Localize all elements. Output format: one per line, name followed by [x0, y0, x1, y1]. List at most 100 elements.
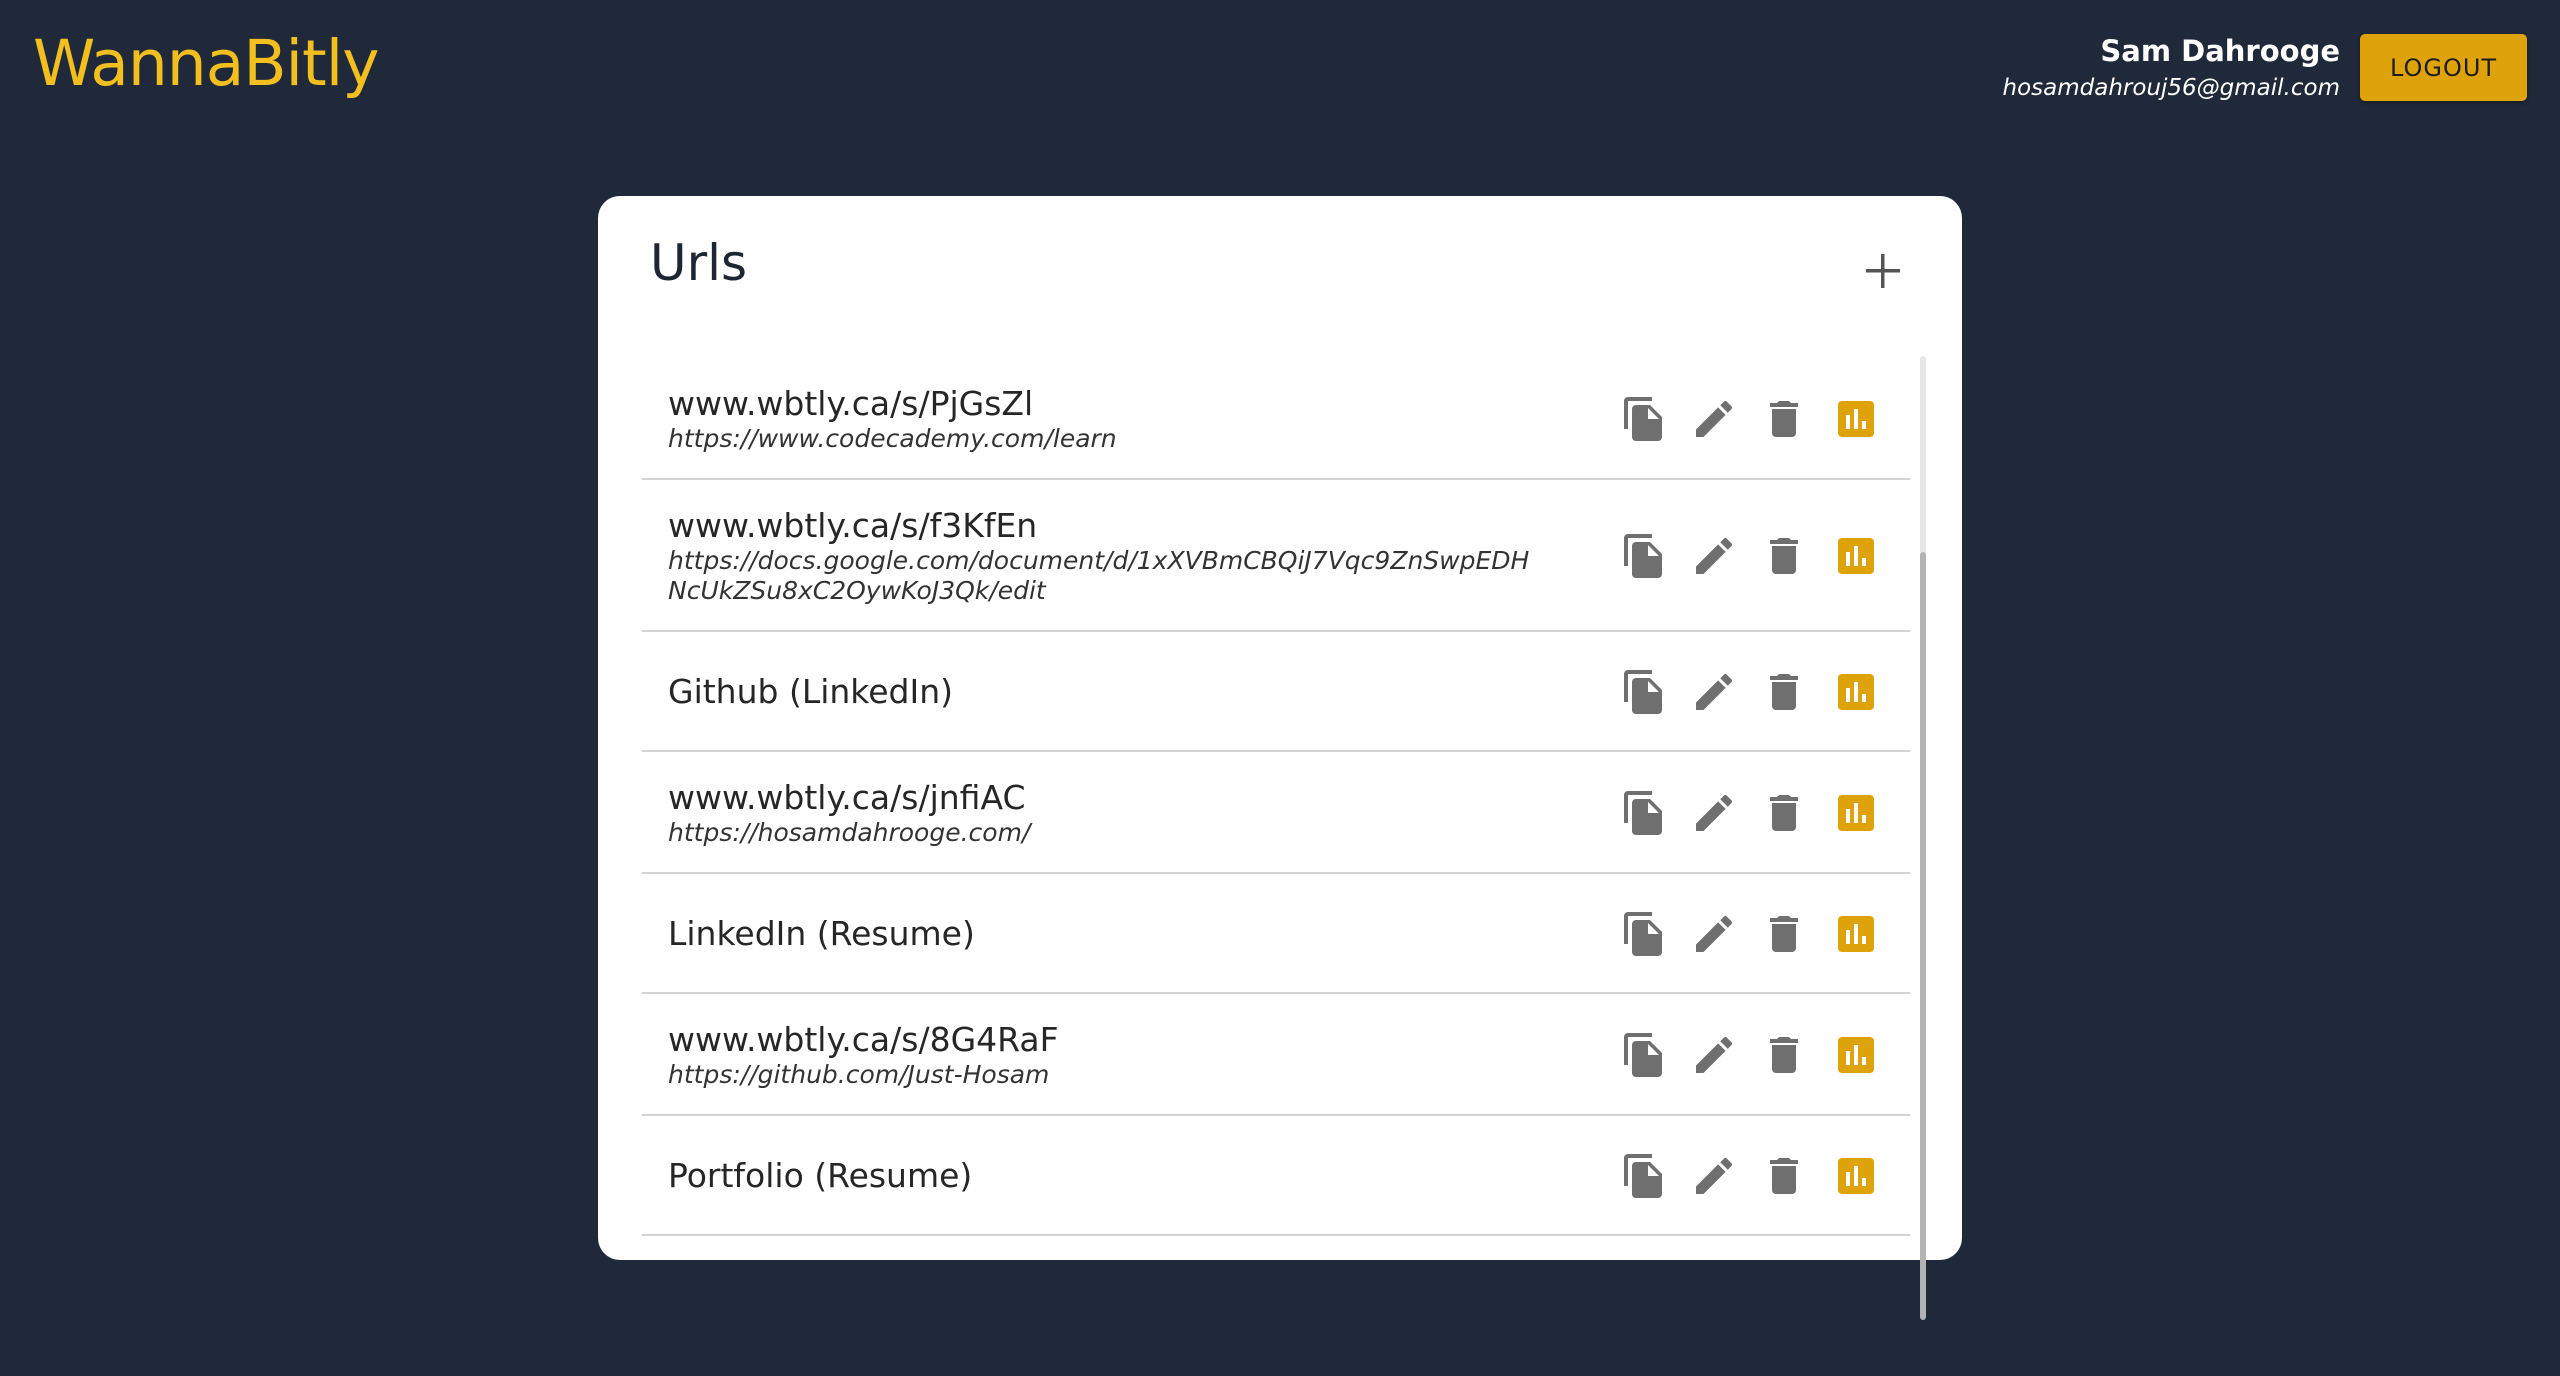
- delete-button[interactable]: [1760, 668, 1808, 716]
- add-url-button[interactable]: [1862, 250, 1904, 292]
- url-row-text: Github (LinkedIn): [668, 672, 1550, 712]
- stats-button[interactable]: [1832, 910, 1880, 958]
- copy-button[interactable]: [1620, 532, 1668, 580]
- copy-icon: [1624, 1154, 1662, 1198]
- edit-icon: [1696, 537, 1733, 574]
- edit-button[interactable]: [1690, 532, 1738, 580]
- url-row: LinkedIn (Resume): [642, 874, 1910, 994]
- url-row-text: Portfolio (Resume): [668, 1156, 1550, 1196]
- stats-button[interactable]: [1832, 532, 1880, 580]
- stats-button[interactable]: [1832, 789, 1880, 837]
- edit-button[interactable]: [1690, 395, 1738, 443]
- url-row: www.wbtly.ca/s/jnfiAC https://hosamdahroo…: [642, 752, 1910, 874]
- delete-button[interactable]: [1760, 1031, 1808, 1079]
- short-url: www.wbtly.ca/s/PjGsZl: [668, 384, 1034, 423]
- row-actions: [1620, 789, 1880, 839]
- long-url: https://www.codecademy.com/learn: [668, 424, 1117, 453]
- stats-icon: [1838, 795, 1874, 831]
- copy-button[interactable]: [1620, 1152, 1668, 1200]
- row-actions: [1620, 532, 1880, 582]
- delete-icon: [1770, 1037, 1798, 1073]
- short-url: www.wbtly.ca/s/8G4RaF: [668, 1020, 1059, 1059]
- user-email: hosamdahrouj56@gmail.com: [2002, 75, 2340, 101]
- url-row-text: www.wbtly.ca/s/f3KfEn https://docs.google…: [668, 506, 1550, 606]
- urls-card: Urls www.wbtly.ca/s/PjGsZl https://www.co…: [598, 196, 1962, 1320]
- stats-icon: [1838, 916, 1874, 952]
- row-actions: [1620, 1031, 1880, 1081]
- url-row-text: www.wbtly.ca/s/jnfiAC https://hosamdahroo…: [668, 778, 1550, 848]
- row-actions: [1620, 668, 1880, 718]
- delete-icon: [1770, 795, 1798, 831]
- url-list: www.wbtly.ca/s/PjGsZl https://www.codecad…: [642, 358, 1910, 1236]
- plus-icon: [1866, 254, 1900, 288]
- brand-logo[interactable]: WannaBitly: [33, 32, 380, 95]
- url-row: Github (LinkedIn): [642, 632, 1910, 752]
- delete-button[interactable]: [1760, 395, 1808, 443]
- scrollbar[interactable]: [1920, 356, 1926, 1320]
- user-info: Sam Dahrooge hosamdahrouj56@gmail.com: [2003, 33, 2340, 105]
- short-url: www.wbtly.ca/s/f3KfEn: [668, 506, 1038, 545]
- stats-button[interactable]: [1832, 395, 1880, 443]
- long-url: https://hosamdahrooge.com/: [668, 818, 1031, 847]
- url-row: www.wbtly.ca/s/PjGsZl https://www.codecad…: [642, 358, 1910, 480]
- stats-button[interactable]: [1832, 668, 1880, 716]
- url-row: www.wbtly.ca/s/f3KfEn https://docs.google…: [642, 480, 1910, 632]
- long-url: https://github.com/Just-Hosam: [668, 1060, 1050, 1089]
- url-row-text: www.wbtly.ca/s/8G4RaF https://github.com/…: [668, 1020, 1550, 1090]
- page-title: Urls: [650, 234, 748, 292]
- edit-icon: [1696, 400, 1733, 437]
- long-url: https://docs.google.com/document/d/1xXVB…: [668, 546, 1530, 605]
- scrollbar-thumb[interactable]: [1920, 552, 1926, 1320]
- row-actions: [1620, 1152, 1880, 1202]
- edit-icon: [1696, 794, 1733, 831]
- row-actions: [1620, 395, 1880, 445]
- stats-button[interactable]: [1832, 1152, 1880, 1200]
- user-name: Sam Dahrooge: [2100, 34, 2340, 68]
- delete-icon: [1770, 1158, 1798, 1194]
- url-row: www.wbtly.ca/s/8G4RaF https://github.com/…: [642, 994, 1910, 1116]
- stats-icon: [1838, 674, 1874, 710]
- edit-icon: [1696, 673, 1733, 710]
- app-header: WannaBitly Sam Dahrooge hosamdahrouj56@g…: [0, 0, 2560, 140]
- copy-button[interactable]: [1620, 789, 1668, 837]
- delete-button[interactable]: [1760, 532, 1808, 580]
- stats-icon: [1838, 401, 1874, 437]
- copy-icon: [1624, 1033, 1662, 1077]
- edit-button[interactable]: [1690, 789, 1738, 837]
- copy-icon: [1624, 791, 1662, 835]
- stats-icon: [1838, 1037, 1874, 1073]
- edit-button[interactable]: [1690, 1031, 1738, 1079]
- logout-button[interactable]: LOGOUT: [2360, 34, 2527, 101]
- copy-button[interactable]: [1620, 395, 1668, 443]
- edit-button[interactable]: [1690, 1152, 1738, 1200]
- delete-icon: [1770, 674, 1798, 710]
- url-row-text: www.wbtly.ca/s/PjGsZl https://www.codecad…: [668, 384, 1550, 454]
- short-url: Portfolio (Resume): [668, 1156, 973, 1195]
- stats-icon: [1838, 1158, 1874, 1194]
- copy-icon: [1624, 397, 1662, 441]
- edit-icon: [1696, 1157, 1733, 1194]
- delete-button[interactable]: [1760, 910, 1808, 958]
- copy-icon: [1624, 912, 1662, 956]
- delete-button[interactable]: [1760, 789, 1808, 837]
- stats-button[interactable]: [1832, 1031, 1880, 1079]
- copy-icon: [1624, 534, 1662, 578]
- stats-icon: [1838, 538, 1874, 574]
- short-url: Github (LinkedIn): [668, 672, 953, 711]
- copy-button[interactable]: [1620, 1031, 1668, 1079]
- delete-icon: [1770, 401, 1798, 437]
- edit-button[interactable]: [1690, 910, 1738, 958]
- url-row: Portfolio (Resume): [642, 1116, 1910, 1236]
- delete-button[interactable]: [1760, 1152, 1808, 1200]
- edit-icon: [1696, 915, 1733, 952]
- delete-icon: [1770, 538, 1798, 574]
- url-row-text: LinkedIn (Resume): [668, 914, 1550, 954]
- row-actions: [1620, 910, 1880, 960]
- copy-icon: [1624, 670, 1662, 714]
- short-url: www.wbtly.ca/s/jnfiAC: [668, 778, 1026, 817]
- copy-button[interactable]: [1620, 668, 1668, 716]
- edit-icon: [1696, 1036, 1733, 1073]
- edit-button[interactable]: [1690, 668, 1738, 716]
- short-url: LinkedIn (Resume): [668, 914, 975, 953]
- copy-button[interactable]: [1620, 910, 1668, 958]
